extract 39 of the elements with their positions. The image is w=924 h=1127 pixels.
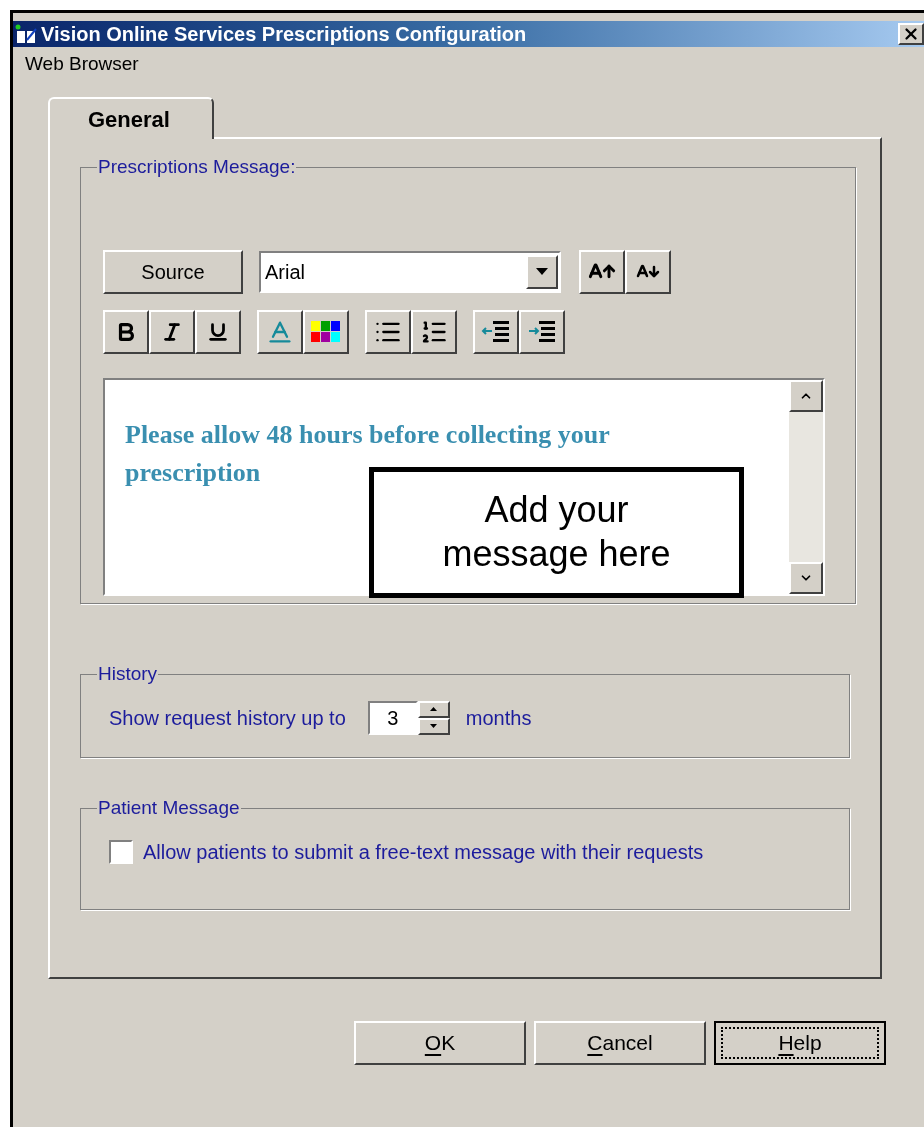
source-button[interactable]: Source (103, 249, 243, 294)
close-icon (902, 25, 920, 43)
checkbox[interactable] (109, 839, 133, 864)
menu-item[interactable]: Web Browser (25, 49, 139, 79)
font-color-button[interactable] (257, 309, 303, 354)
spin-button[interactable] (417, 700, 450, 735)
font-dropdown[interactable]: Arial (259, 250, 561, 293)
numbered-list-button[interactable] (411, 309, 457, 354)
checkbox-label: Allow patients to submit a free-text message with their requests (143, 839, 704, 865)
close-button[interactable] (898, 23, 924, 45)
bullet-list-button[interactable] (365, 309, 411, 354)
down-arrow-icon (430, 724, 438, 728)
outdent-button[interactable] (473, 309, 519, 354)
color-grid-icon (311, 320, 341, 343)
dialog-button[interactable]: Help (714, 1021, 886, 1065)
dialog-button[interactable]: Cancel (534, 1021, 706, 1065)
underline-icon (207, 320, 229, 343)
months-field[interactable]: 3 (367, 700, 418, 735)
dropdown-arrow-icon (536, 268, 548, 275)
up-arrow-icon (430, 707, 438, 711)
bold-button[interactable] (103, 309, 149, 354)
history-label: Show request history up to (109, 705, 346, 731)
group-label: Patient Message (97, 796, 241, 820)
dialog-button[interactable]: OK (354, 1021, 526, 1065)
scrollbar[interactable] (789, 379, 823, 594)
months-label: months (465, 705, 532, 731)
group-label: Prescriptions Message: (97, 155, 297, 179)
callout-tooltip: Add your message here (369, 466, 744, 598)
group-label: History (97, 662, 159, 686)
app-icon (15, 24, 37, 44)
italic-icon (161, 320, 183, 343)
shrink-font-button[interactable] (625, 249, 671, 294)
grow-font-button[interactable] (579, 249, 625, 294)
window-title: Vision Online Services Prescriptions Configuration (41, 22, 527, 47)
italic-button[interactable] (149, 309, 195, 354)
underline-button[interactable] (195, 309, 241, 354)
tab[interactable]: General (48, 97, 214, 139)
highlight-color-button[interactable] (303, 309, 349, 354)
indent-button[interactable] (519, 309, 565, 354)
